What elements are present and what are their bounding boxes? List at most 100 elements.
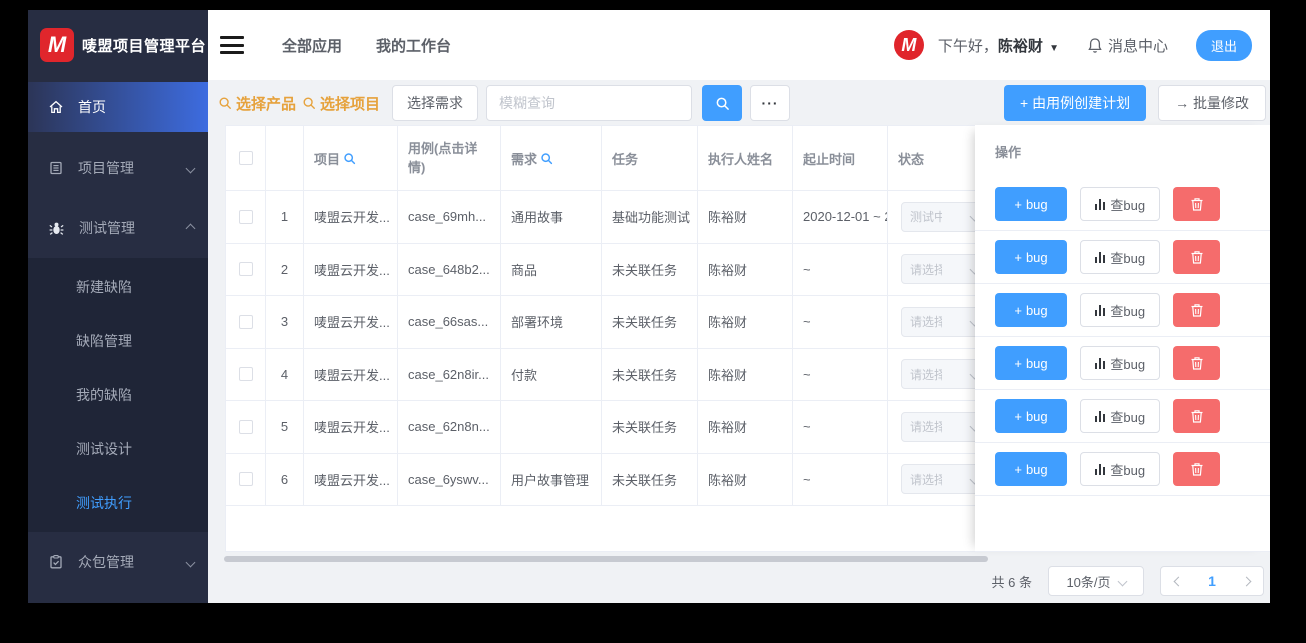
row-checkbox[interactable] <box>238 262 253 277</box>
test-mgmt-submenu: 新建缺陷 缺陷管理 我的缺陷 测试设计 测试执行 <box>28 258 208 532</box>
add-bug-button[interactable]: + bug <box>995 293 1067 327</box>
add-bug-button[interactable]: + bug <box>995 187 1067 221</box>
cell-requirement: 商品 <box>501 243 602 295</box>
brand-logo-area[interactable]: M 唛盟项目管理平台 <box>28 10 208 80</box>
sidebar-item-my-defects[interactable]: 我的缺陷 <box>28 368 208 422</box>
sidebar-item-label: 众包管理 <box>78 554 134 570</box>
select-requirement-button[interactable]: 选择需求 <box>392 85 479 121</box>
plus-icon: + <box>1014 196 1022 212</box>
plus-icon: + <box>1014 249 1022 265</box>
delete-button[interactable] <box>1173 240 1220 274</box>
cell-daterange: 2020-12-01 ~ 20 <box>793 191 888 243</box>
view-bug-button[interactable]: 查bug <box>1080 187 1160 221</box>
delete-button[interactable] <box>1173 293 1220 327</box>
cell-usecase[interactable]: case_66sas... <box>398 296 501 348</box>
delete-button[interactable] <box>1173 346 1220 380</box>
row-checkbox[interactable] <box>238 314 253 329</box>
nav-workbench[interactable]: 我的工作台 <box>376 35 451 56</box>
select-all-checkbox[interactable] <box>238 151 253 165</box>
select-product-link[interactable]: 选择产品 <box>218 93 296 114</box>
cell-usecase[interactable]: case_69mh... <box>398 191 501 243</box>
view-bug-button[interactable]: 查bug <box>1080 452 1160 486</box>
row-checkbox[interactable] <box>238 209 253 224</box>
row-index: 4 <box>266 348 304 400</box>
requirement-column-header: 需求 <box>501 126 602 190</box>
message-center[interactable]: 消息中心 <box>1087 35 1168 56</box>
cell-usecase[interactable]: case_62n8n... <box>398 401 501 453</box>
message-center-label: 消息中心 <box>1107 37 1168 55</box>
search-icon <box>716 97 729 110</box>
project-column-header: 项目 <box>304 126 398 190</box>
cell-executor: 陈裕财 <box>698 401 793 453</box>
sidebar-item-test-mgmt[interactable]: 测试管理 <box>28 198 208 258</box>
cell-usecase[interactable]: case_6yswv... <box>398 453 501 505</box>
usecase-column-header: 用例(点击详情) <box>398 126 501 190</box>
page-size-select[interactable]: 10条/页 <box>1048 566 1144 596</box>
sidebar-item-home[interactable]: 首页 <box>28 82 208 132</box>
bell-icon <box>1088 37 1102 53</box>
view-bug-button[interactable]: 查bug <box>1080 399 1160 433</box>
sidebar-item-label: 项目管理 <box>78 160 134 176</box>
logout-button[interactable]: 退出 <box>1195 29 1252 61</box>
row-index: 3 <box>266 296 304 348</box>
search-icon[interactable] <box>540 152 553 165</box>
daterange-column-header: 起止时间 <box>793 126 888 190</box>
cell-daterange: ~ <box>793 453 888 505</box>
fuzzy-search-input[interactable] <box>486 85 693 121</box>
user-greeting[interactable]: 下午好，陈裕财 ▼ <box>938 35 1059 56</box>
chevron-down-icon <box>185 557 196 567</box>
add-bug-button[interactable]: + bug <box>995 240 1067 274</box>
bar-chart-icon <box>1094 304 1106 316</box>
plus-icon: + <box>1020 95 1029 111</box>
more-filters-button[interactable]: ··· <box>750 85 791 121</box>
row-checkbox[interactable] <box>238 472 253 487</box>
sidebar-item-test-exec[interactable]: 测试执行 <box>28 476 208 530</box>
delete-button[interactable] <box>1173 452 1220 486</box>
horizontal-scrollbar-thumb[interactable] <box>224 556 988 562</box>
app-window: M 唛盟项目管理平台 全部应用 我的工作台 M 下午好，陈裕财 ▼ 消息中心 退… <box>28 10 1270 603</box>
index-column-header <box>266 126 304 190</box>
cell-executor: 陈裕财 <box>698 191 793 243</box>
operations-column-header: 操作 <box>995 145 1022 160</box>
view-bug-button[interactable]: 查bug <box>1080 240 1160 274</box>
row-index: 6 <box>266 453 304 505</box>
hamburger-menu-icon[interactable] <box>220 36 244 54</box>
search-button[interactable] <box>702 85 743 121</box>
add-bug-button[interactable]: + bug <box>995 346 1067 380</box>
create-plan-button[interactable]: + 由用例创建计划 <box>1004 85 1147 121</box>
sidebar-item-test-design[interactable]: 测试设计 <box>28 422 208 476</box>
cell-usecase[interactable]: case_62n8ir... <box>398 348 501 400</box>
sidebar-item-defect-mgmt[interactable]: 缺陷管理 <box>28 314 208 368</box>
chevron-up-icon <box>185 223 196 233</box>
row-checkbox[interactable] <box>238 419 253 434</box>
next-page-button[interactable] <box>1229 567 1263 595</box>
nav-all-apps[interactable]: 全部应用 <box>282 35 342 56</box>
add-bug-button[interactable]: + bug <box>995 452 1067 486</box>
delete-button[interactable] <box>1173 187 1220 221</box>
add-bug-button[interactable]: + bug <box>995 399 1067 433</box>
view-bug-button[interactable]: 查bug <box>1080 346 1160 380</box>
cell-executor: 陈裕财 <box>698 243 793 295</box>
cell-daterange: ~ <box>793 296 888 348</box>
select-project-link[interactable]: 选择项目 <box>302 93 380 114</box>
cell-task: 基础功能测试 <box>602 191 698 243</box>
delete-button[interactable] <box>1173 399 1220 433</box>
chevron-down-icon <box>1117 576 1127 586</box>
sidebar-item-project-mgmt[interactable]: 项目管理 <box>28 138 208 198</box>
arrow-right-icon: → <box>1175 95 1190 111</box>
sidebar-item-crowd-mgmt[interactable]: 众包管理 <box>28 532 208 592</box>
cell-usecase[interactable]: case_648b2... <box>398 243 501 295</box>
batch-edit-label: 批量修改 <box>1193 95 1249 111</box>
cell-task: 未关联任务 <box>602 401 698 453</box>
user-avatar[interactable]: M <box>893 30 924 60</box>
search-icon[interactable] <box>343 152 356 165</box>
current-page[interactable]: 1 <box>1195 567 1229 595</box>
home-icon <box>49 100 63 114</box>
batch-edit-button[interactable]: → 批量修改 <box>1158 85 1266 121</box>
cell-task: 未关联任务 <box>602 348 698 400</box>
brand-logo-icon: M <box>40 28 74 62</box>
view-bug-button[interactable]: 查bug <box>1080 293 1160 327</box>
sidebar-item-new-defect[interactable]: 新建缺陷 <box>28 260 208 314</box>
row-checkbox[interactable] <box>238 367 253 382</box>
prev-page-button[interactable] <box>1161 567 1195 595</box>
